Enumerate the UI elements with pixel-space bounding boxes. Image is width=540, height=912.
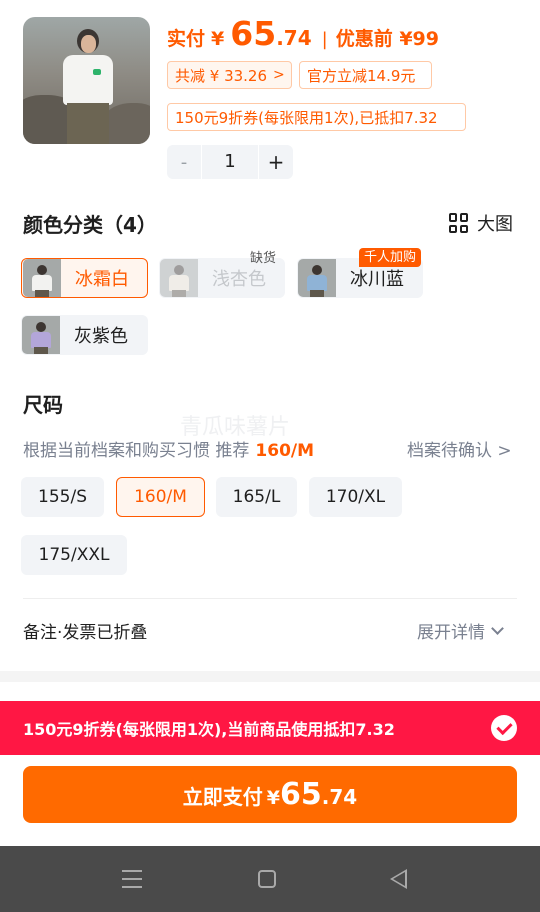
size-option-selected[interactable]: 160/M [116,477,205,517]
back-icon[interactable] [390,869,407,889]
popular-badge: 千人加购 [358,248,421,267]
pay-label: 立即支付 [182,785,263,809]
total-discount-text: 共减 ¥ 33.26 [175,66,268,85]
thumb-logo [93,69,101,75]
total-discount-tag[interactable]: 共减 ¥ 33.26 > [167,61,292,89]
color-thumbnail [22,316,60,354]
coupon-bar-text: 150元9折券(每张限用1次),当前商品使用抵扣7.32 [23,720,395,739]
color-label: 浅杏色 [212,269,266,290]
price-integer: 65 [230,14,277,53]
before-discount-price: 优惠前 ¥99 [335,28,439,50]
coupon-tag: 150元9折券(每张限用1次),已抵扣7.32 [167,103,466,131]
check-circle-icon[interactable] [491,715,517,741]
thumb-shirt [63,55,113,105]
quantity-stepper: - 1 + [167,145,293,179]
out-of-stock-badge: 缺货 [249,251,276,266]
size-option[interactable]: 170/XL [309,477,402,517]
size-option[interactable]: 175/XXL [21,535,127,575]
pay-now-button[interactable]: 立即支付 ¥ 65 .74 [23,766,517,823]
official-discount-tag: 官方立减14.9元 [299,61,432,89]
coupon-bar[interactable]: 150元9折券(每张限用1次),当前商品使用抵扣7.32 [0,701,540,755]
pay-price-decimal: .74 [321,785,358,809]
remark-invoice-label: 备注·发票已折叠 [23,623,148,643]
chevron-down-icon [491,621,504,635]
expand-details-button[interactable]: 展开详情 [417,618,504,643]
recommended-size: 160/M [255,441,315,461]
color-thumbnail [160,259,198,297]
paid-label: 实付 [167,28,206,50]
size-option[interactable]: 165/L [216,477,297,517]
grid-icon [449,213,469,233]
color-option-gray-purple[interactable]: 灰紫色 [21,315,148,355]
section-separator [0,671,540,682]
price-decimal: .74 [276,26,312,50]
chevron-right-icon: > [497,441,512,461]
chevron-right-icon: > [273,67,285,83]
coupon-tag-text: 150元9折券(每张限用1次),已抵扣7.32 [175,108,438,127]
pay-price-integer: 65 [280,777,322,812]
thumb-face [81,35,96,53]
profile-link[interactable]: 档案待确认 > [407,436,512,461]
big-image-label: 大图 [477,214,513,235]
quantity-value[interactable]: 1 [201,145,259,179]
color-option-glacier-blue[interactable]: 冰川蓝 千人加购 [297,248,423,298]
size-recommendation: 根据当前档案和购买习惯 推荐 160/M [23,436,314,461]
color-label: 冰川蓝 [350,269,404,290]
color-section-title: 颜色分类（4） [23,213,157,237]
size-section-title: 尺码 [23,393,63,417]
profile-link-text: 档案待确认 [407,441,492,461]
color-option-white[interactable]: 冰霜白 [21,258,148,298]
price-line: 实付 ¥ 65 .74 | 优惠前 ¥99 [167,14,439,54]
size-option[interactable]: 155/S [21,477,104,517]
decrease-button[interactable]: - [167,152,201,173]
pay-currency: ¥ [266,787,281,809]
home-icon[interactable] [258,870,276,888]
system-nav-bar [0,846,540,912]
color-option-apricot[interactable]: 浅杏色 缺货 [159,251,285,298]
divider [23,598,517,599]
menu-icon[interactable] [122,870,142,888]
increase-button[interactable]: + [259,150,293,174]
color-label: 灰紫色 [74,326,128,347]
color-thumbnail [23,259,61,297]
color-label: 冰霜白 [75,269,129,290]
recommendation-text: 根据当前档案和购买习惯 推荐 [23,441,250,461]
product-image[interactable] [23,17,150,144]
big-image-button[interactable]: 大图 [449,210,513,236]
price-separator: | [321,29,328,50]
thumb-pants [67,103,109,144]
official-discount-text: 官方立减14.9元 [307,66,416,85]
currency-symbol: ¥ [211,28,225,50]
expand-details-label: 展开详情 [417,623,485,643]
color-thumbnail [298,259,336,297]
